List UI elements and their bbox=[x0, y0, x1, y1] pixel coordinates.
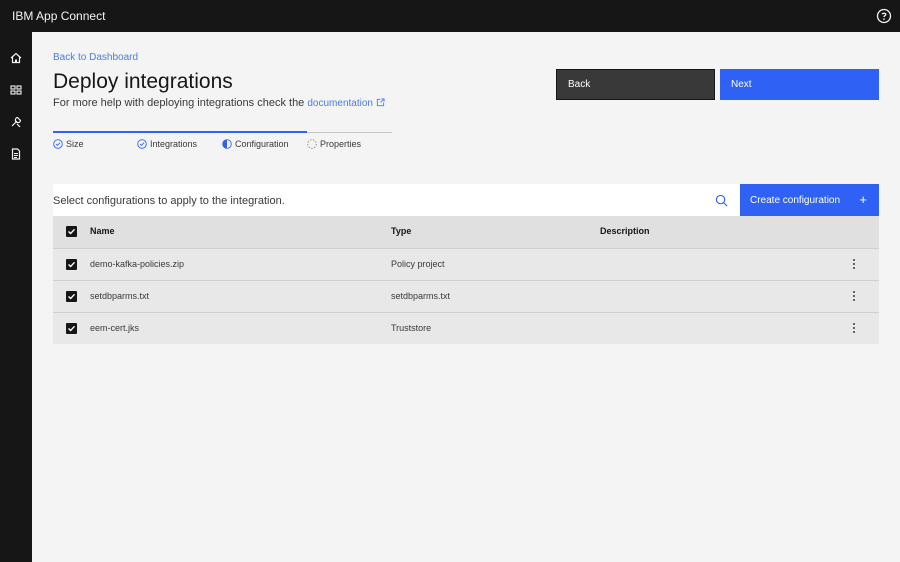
step-size[interactable]: Size bbox=[53, 139, 84, 149]
table-row[interactable]: setdbparms.txt setdbparms.txt bbox=[53, 280, 879, 312]
row-checkbox[interactable] bbox=[66, 259, 77, 270]
select-all-checkbox[interactable] bbox=[66, 226, 77, 237]
top-header: IBM App Connect bbox=[0, 0, 900, 32]
dashed-circle-icon bbox=[307, 139, 317, 149]
table-row[interactable]: eem-cert.jks Truststore bbox=[53, 312, 879, 344]
row-checkbox[interactable] bbox=[66, 291, 77, 302]
progress-fill bbox=[53, 131, 307, 133]
checkmark-icon bbox=[68, 228, 76, 235]
help-text: For more help with deploying integration… bbox=[53, 97, 385, 109]
back-to-dashboard-link[interactable]: Back to Dashboard bbox=[53, 52, 138, 63]
table-description: Select configurations to apply to the in… bbox=[53, 195, 285, 207]
table-toolbar: Select configurations to apply to the in… bbox=[53, 184, 879, 216]
checkmark-outline-icon bbox=[137, 139, 147, 149]
home-icon[interactable] bbox=[8, 50, 24, 66]
column-header-name[interactable]: Name bbox=[90, 216, 115, 247]
help-text-prefix: For more help with deploying integration… bbox=[53, 97, 305, 109]
configurations-table: Select configurations to apply to the in… bbox=[53, 184, 879, 344]
documentation-link[interactable]: documentation bbox=[307, 98, 385, 109]
step-label: Integrations bbox=[150, 139, 198, 149]
step-configuration[interactable]: Configuration bbox=[222, 139, 289, 149]
side-nav bbox=[0, 32, 32, 562]
back-button[interactable]: Back bbox=[556, 69, 715, 100]
cell-type: setdbparms.txt bbox=[391, 291, 451, 301]
table-row[interactable]: demo-kafka-policies.zip Policy project bbox=[53, 248, 879, 280]
help-icon[interactable] bbox=[876, 8, 892, 24]
dashboard-icon[interactable] bbox=[8, 82, 24, 98]
checkmark-outline-icon bbox=[53, 139, 63, 149]
main-content: Back to Dashboard Deploy integrations Fo… bbox=[32, 32, 900, 562]
column-header-description[interactable]: Description bbox=[600, 216, 650, 247]
next-button[interactable]: Next bbox=[720, 69, 879, 100]
table-header: Name Type Description bbox=[53, 216, 879, 248]
create-configuration-button[interactable]: Create configuration + bbox=[740, 184, 879, 216]
documentation-link-label: documentation bbox=[307, 98, 373, 109]
add-icon: + bbox=[859, 192, 867, 207]
step-integrations[interactable]: Integrations bbox=[137, 139, 197, 149]
half-circle-icon bbox=[222, 139, 232, 149]
document-icon[interactable] bbox=[8, 146, 24, 162]
checkmark-icon bbox=[68, 261, 76, 268]
checkmark-icon bbox=[68, 325, 76, 332]
search-icon[interactable] bbox=[715, 194, 728, 207]
brand-ibm: IBM bbox=[12, 9, 34, 23]
cell-name: eem-cert.jks bbox=[90, 323, 140, 333]
cell-type: Truststore bbox=[391, 323, 432, 333]
overflow-menu-icon[interactable] bbox=[852, 323, 856, 335]
step-label: Size bbox=[66, 139, 84, 149]
cell-type: Policy project bbox=[391, 259, 445, 269]
app-brand[interactable]: IBM App Connect bbox=[12, 0, 105, 32]
progress-indicator: Size Integrations Configuration Properti… bbox=[53, 131, 392, 154]
step-label: Configuration bbox=[235, 139, 289, 149]
overflow-menu-icon[interactable] bbox=[852, 291, 856, 303]
row-checkbox[interactable] bbox=[66, 323, 77, 334]
column-header-type[interactable]: Type bbox=[391, 216, 411, 247]
overflow-menu-icon[interactable] bbox=[852, 259, 856, 271]
step-label: Properties bbox=[320, 139, 362, 149]
page-title: Deploy integrations bbox=[53, 70, 233, 93]
brand-product: App Connect bbox=[36, 9, 106, 23]
cell-name: demo-kafka-policies.zip bbox=[90, 259, 185, 269]
cell-name: setdbparms.txt bbox=[90, 291, 150, 301]
external-link-icon bbox=[376, 98, 385, 107]
step-properties[interactable]: Properties bbox=[307, 139, 361, 149]
create-configuration-label: Create configuration bbox=[750, 194, 841, 206]
checkmark-icon bbox=[68, 293, 76, 300]
tools-icon[interactable] bbox=[8, 114, 24, 130]
